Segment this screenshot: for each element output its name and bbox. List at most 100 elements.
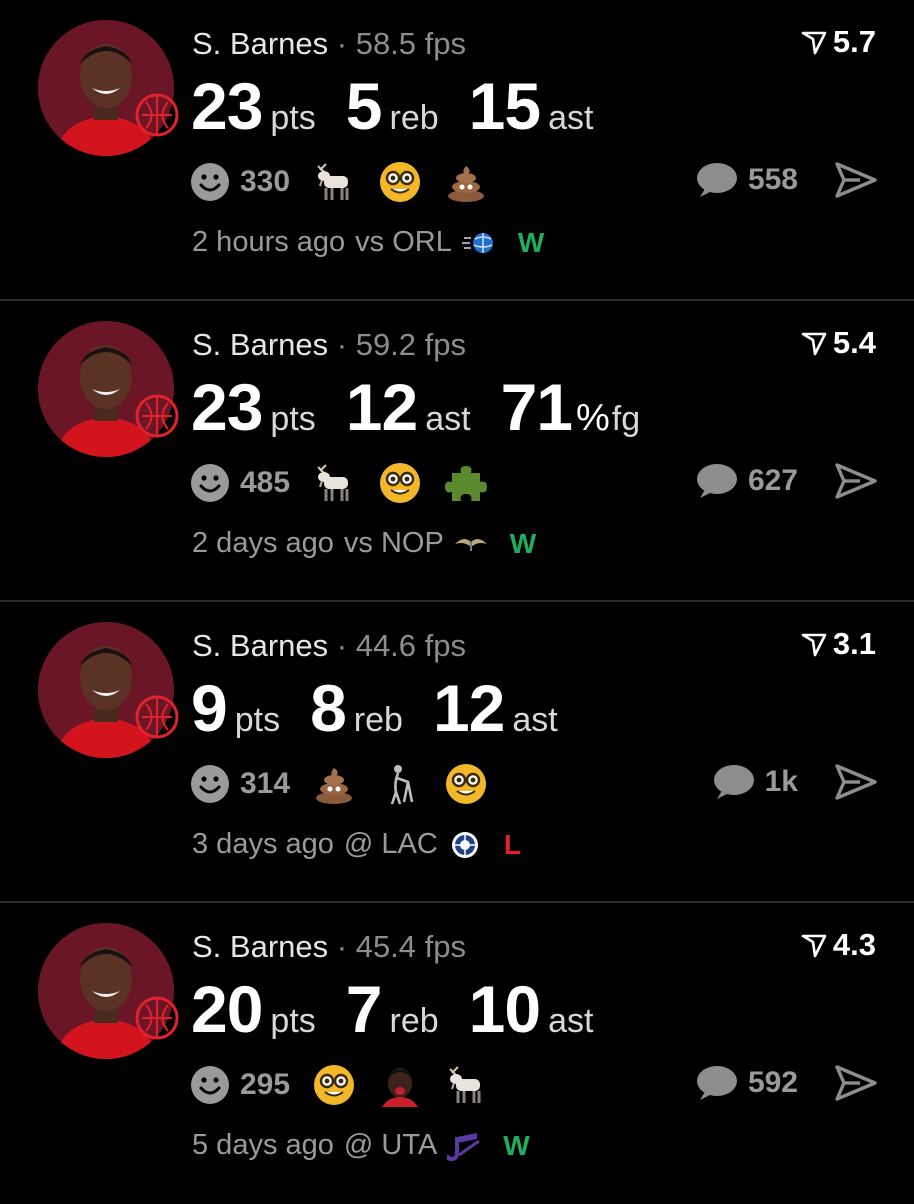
stat-value: 9: [191, 671, 228, 745]
smiley-react-icon[interactable]: [190, 162, 230, 202]
stat-item: 71% fg: [501, 369, 641, 445]
fps-value: 58.5 fps: [355, 26, 467, 61]
stat-unit: pts: [234, 701, 281, 739]
matchup: vs NOP: [343, 527, 444, 559]
comment-count[interactable]: 1k: [765, 765, 798, 799]
old-man-walker-icon[interactable]: [378, 762, 422, 806]
stat-item: 23 pts: [191, 369, 316, 445]
stat-value: 20: [191, 972, 263, 1046]
rating-icon: [801, 332, 827, 356]
magic-logo-icon: [461, 232, 493, 253]
matchup: @ UTA: [343, 1129, 438, 1161]
share-icon[interactable]: [834, 1063, 878, 1103]
reaction-bar: 314: [190, 762, 510, 806]
raptors-logo-icon: [135, 695, 179, 739]
stat-unit: reb: [389, 99, 439, 137]
nerd-face-icon[interactable]: [378, 461, 422, 505]
rating-score: 4.3: [801, 927, 876, 963]
score-value: 3.1: [832, 626, 876, 661]
player-name[interactable]: S. Barnes: [192, 929, 328, 964]
stat-value: 23: [191, 69, 263, 143]
game-info[interactable]: 2 hours ago vs ORL W: [192, 226, 544, 259]
fps-value: 44.6 fps: [355, 628, 467, 663]
stat-unit: ast: [425, 400, 471, 438]
stat-unit: pts: [270, 400, 316, 438]
stat-item: 12 ast: [346, 369, 471, 445]
game-card[interactable]: S. Barnes · 59.2 fps 5.4 23 pts 12 ast 71%…: [0, 301, 914, 602]
game-info[interactable]: 2 days ago vs NOP W: [192, 527, 536, 560]
post-actions: 627: [694, 461, 878, 501]
reaction-count: 485: [240, 466, 291, 499]
header-separator: ·: [336, 26, 348, 61]
stat-unit: reb: [389, 1002, 439, 1040]
goat-icon[interactable]: [444, 1063, 488, 1107]
comment-count[interactable]: 558: [748, 163, 798, 197]
player-name[interactable]: S. Barnes: [192, 327, 328, 362]
fps-value: 45.4 fps: [355, 929, 467, 964]
share-icon[interactable]: [834, 461, 878, 501]
stat-value: 7: [345, 972, 383, 1046]
goat-icon[interactable]: [312, 461, 356, 505]
share-icon[interactable]: [834, 160, 878, 200]
puzzle-piece-icon[interactable]: [444, 461, 488, 505]
comment-icon[interactable]: [711, 763, 755, 801]
nerd-face-icon[interactable]: [444, 762, 488, 806]
game-card[interactable]: S. Barnes · 58.5 fps 5.7 23 pts 5 reb 15 as…: [0, 0, 914, 301]
player-name[interactable]: S. Barnes: [192, 628, 328, 663]
share-icon[interactable]: [834, 762, 878, 802]
smiley-react-icon[interactable]: [190, 1065, 230, 1105]
raptors-logo-icon: [135, 394, 179, 438]
rating-score: 5.4: [801, 325, 876, 361]
smiley-react-icon[interactable]: [190, 463, 230, 503]
header-separator: ·: [336, 929, 348, 964]
comment-icon[interactable]: [694, 462, 738, 500]
stat-line: 23 pts 5 reb 15 ast: [191, 68, 623, 144]
stat-item: 9 pts: [191, 670, 280, 746]
stat-unit: pts: [270, 1002, 316, 1040]
reaction-count: 314: [240, 767, 291, 800]
stat-unit: ast: [548, 99, 594, 137]
stat-unit: ast: [548, 1002, 594, 1040]
stat-item: 23 pts: [191, 68, 316, 144]
matchup: @ LAC: [343, 828, 438, 860]
game-card[interactable]: S. Barnes · 44.6 fps 3.1 9 pts 8 reb 12 ast…: [0, 602, 914, 903]
smiley-react-icon[interactable]: [190, 764, 230, 804]
stat-line: 23 pts 12 ast 71% fg: [191, 369, 670, 445]
raptors-logo-icon: [135, 996, 179, 1040]
post-header: S. Barnes · 44.6 fps: [192, 624, 466, 668]
stat-percent-sign: %: [575, 397, 610, 439]
reaction-bar: 295: [190, 1063, 510, 1107]
stat-value: 23: [191, 370, 263, 444]
stat-value: 10: [468, 972, 541, 1046]
rating-score: 5.7: [801, 24, 876, 60]
game-result: L: [503, 828, 521, 860]
stat-value: 12: [345, 370, 418, 444]
comment-icon[interactable]: [694, 161, 738, 199]
reaction-bar: 330: [190, 160, 510, 204]
player-name[interactable]: S. Barnes: [192, 26, 328, 61]
game-result: W: [509, 527, 537, 559]
poop-icon[interactable]: [444, 160, 488, 204]
rating-icon: [801, 31, 827, 55]
matchup: vs ORL: [355, 226, 452, 258]
stat-line: 20 pts 7 reb 10 ast: [191, 971, 623, 1047]
player-face-icon[interactable]: [378, 1063, 422, 1107]
stat-value: 12: [432, 671, 505, 745]
stat-value: 5: [345, 69, 383, 143]
goat-icon[interactable]: [312, 160, 356, 204]
comment-count[interactable]: 592: [748, 1066, 798, 1100]
time-ago: 2 hours ago: [192, 226, 346, 258]
post-header: S. Barnes · 59.2 fps: [192, 323, 466, 367]
comment-icon[interactable]: [694, 1064, 738, 1102]
comment-count[interactable]: 627: [748, 464, 798, 498]
stat-value: 15: [468, 69, 541, 143]
reaction-count: 295: [240, 1068, 291, 1101]
game-info[interactable]: 5 days ago @ UTA W: [192, 1129, 530, 1162]
poop-icon[interactable]: [312, 762, 356, 806]
game-card[interactable]: S. Barnes · 45.4 fps 4.3 20 pts 7 reb 10 as…: [0, 903, 914, 1204]
post-actions: 558: [694, 160, 878, 200]
nerd-face-icon[interactable]: [312, 1063, 356, 1107]
rating-icon: [801, 633, 827, 657]
nerd-face-icon[interactable]: [378, 160, 422, 204]
game-info[interactable]: 3 days ago @ LAC L: [192, 828, 521, 861]
